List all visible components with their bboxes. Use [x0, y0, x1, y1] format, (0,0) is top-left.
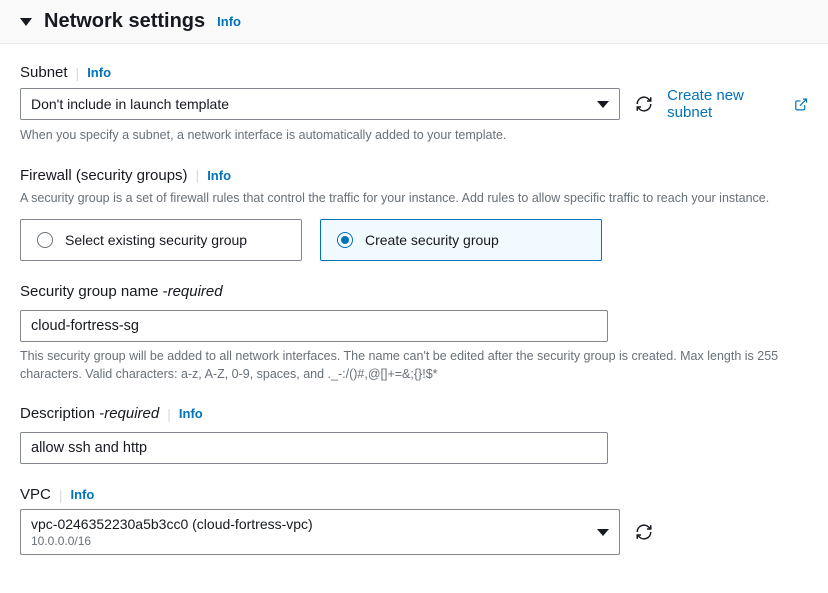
- description-label: Description -: [20, 405, 104, 422]
- subnet-label: Subnet: [20, 64, 68, 81]
- firewall-hint: A security group is a set of firewall ru…: [20, 190, 808, 208]
- firewall-info-link[interactable]: Info: [207, 168, 231, 183]
- refresh-icon: [635, 95, 653, 113]
- radio-existing-sg[interactable]: Select existing security group: [20, 219, 302, 261]
- description-input[interactable]: [20, 432, 608, 464]
- create-subnet-link[interactable]: Create new subnet: [667, 87, 808, 121]
- section-header[interactable]: Network settings Info: [0, 0, 828, 44]
- sg-name-hint: This security group will be added to all…: [20, 348, 808, 383]
- vpc-select[interactable]: vpc-0246352230a5b3cc0 (cloud-fortress-vp…: [20, 509, 620, 555]
- subnet-info-link[interactable]: Info: [87, 65, 111, 80]
- subnet-select[interactable]: Don't include in launch template: [20, 88, 620, 120]
- section-title: Network settings: [44, 10, 205, 33]
- divider: |: [196, 167, 200, 183]
- radio-create-sg[interactable]: Create security group: [320, 219, 602, 261]
- radio-create-label: Create security group: [365, 232, 499, 248]
- sg-name-label: Security group name -: [20, 283, 168, 300]
- divider: |: [167, 406, 171, 422]
- collapse-caret-icon: [20, 18, 32, 26]
- create-subnet-label: Create new subnet: [667, 87, 787, 121]
- subnet-refresh-button[interactable]: [634, 94, 653, 114]
- chevron-down-icon: [597, 101, 609, 108]
- description-required: required: [104, 405, 159, 422]
- radio-existing-label: Select existing security group: [65, 232, 247, 248]
- description-info-link[interactable]: Info: [179, 406, 203, 421]
- chevron-down-icon: [597, 529, 609, 536]
- sg-name-required: required: [168, 283, 223, 300]
- sg-name-input[interactable]: [20, 310, 608, 342]
- vpc-cidr: 10.0.0.0/16: [31, 534, 313, 548]
- radio-icon: [37, 232, 53, 248]
- header-info-link[interactable]: Info: [217, 14, 241, 29]
- divider: |: [76, 65, 80, 81]
- firewall-label: Firewall (security groups): [20, 167, 188, 184]
- vpc-select-value: vpc-0246352230a5b3cc0 (cloud-fortress-vp…: [31, 516, 313, 532]
- vpc-label: VPC: [20, 486, 51, 503]
- divider: |: [59, 487, 63, 503]
- external-link-icon: [794, 97, 808, 112]
- subnet-select-value: Don't include in launch template: [31, 96, 229, 112]
- vpc-refresh-button[interactable]: [634, 522, 654, 542]
- radio-icon: [337, 232, 353, 248]
- refresh-icon: [635, 523, 653, 541]
- subnet-hint: When you specify a subnet, a network int…: [20, 127, 808, 145]
- vpc-info-link[interactable]: Info: [70, 487, 94, 502]
